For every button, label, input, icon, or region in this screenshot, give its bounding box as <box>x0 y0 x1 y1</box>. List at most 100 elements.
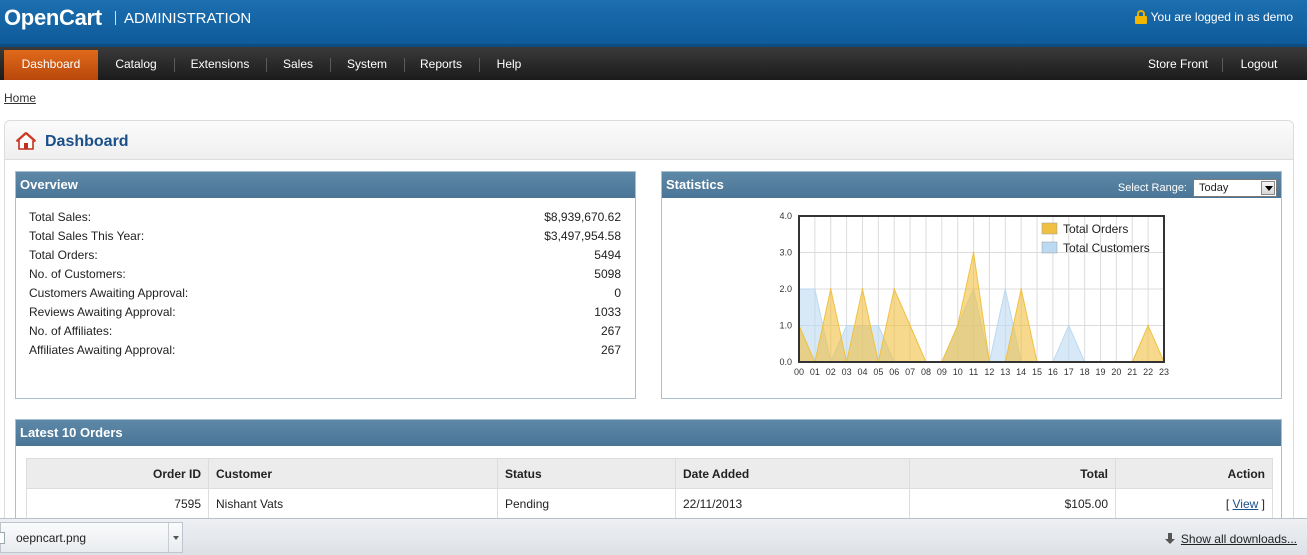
logo-divider <box>115 11 116 25</box>
login-info: You are logged in as demo <box>1134 10 1293 24</box>
overview-value: 1033 <box>594 305 621 319</box>
chart-legend-swatch <box>1041 241 1058 254</box>
orders-header-row: Order ID Customer Status Date Added Tota… <box>26 458 1273 489</box>
chart-y-tick-label: 2.0 <box>779 284 792 294</box>
chart-x-tick-label: 22 <box>1143 367 1153 377</box>
bracket-open: [ <box>1225 496 1230 511</box>
chart-x-tick-label: 23 <box>1159 367 1169 377</box>
chart-data-point <box>956 324 959 327</box>
chart-x-tick-label: 12 <box>984 367 994 377</box>
nav-system[interactable]: System <box>334 50 400 80</box>
col-customer[interactable]: Customer <box>208 458 498 489</box>
order-customer: Nishant Vats <box>208 488 498 519</box>
nav-dashboard[interactable]: Dashboard <box>4 50 98 80</box>
chart-data-point <box>1004 288 1007 290</box>
overview-label: Reviews Awaiting Approval: <box>29 305 176 319</box>
chart-data-point <box>829 288 832 290</box>
chart-data-point <box>813 288 816 290</box>
overview-label: No. of Affiliates: <box>29 324 113 338</box>
header-bar: OpenCart ADMINISTRATION You are logged i… <box>0 0 1307 44</box>
chart-data-point <box>972 251 975 254</box>
chart-y-tick-label: 1.0 <box>779 321 792 331</box>
chart-y-tick-label: 4.0 <box>779 211 792 221</box>
nav-divider <box>266 58 267 72</box>
chart-x-tick-label: 05 <box>873 367 883 377</box>
col-date-added[interactable]: Date Added <box>675 458 910 489</box>
chart-data-point <box>845 324 848 327</box>
nav-sales[interactable]: Sales <box>270 50 326 80</box>
breadcrumb-home[interactable]: Home <box>4 91 36 105</box>
order-id: 7595 <box>26 488 209 519</box>
nav-store-front[interactable]: Store Front <box>1138 50 1218 80</box>
overview-label: No. of Customers: <box>29 267 126 281</box>
overview-row: Total Sales: $8,939,670.62 <box>29 210 621 229</box>
overview-label: Affiliates Awaiting Approval: <box>29 343 176 357</box>
chart-x-tick-label: 04 <box>857 367 867 377</box>
chart-y-tick-label: 3.0 <box>779 248 792 258</box>
overview-row: Customers Awaiting Approval: 0 <box>29 286 621 305</box>
overview-row: No. of Customers: 5098 <box>29 267 621 286</box>
order-action: [ View ] <box>1115 488 1273 519</box>
statistics-chart: 0.0 1.0 2.0 3.0 4.0 00 01 02 03 04 05 06 07 08 09 10 11 1… <box>779 211 1169 377</box>
chart-data-point <box>877 324 880 327</box>
range-select[interactable]: Today <box>1193 179 1277 197</box>
nav-divider <box>330 58 331 72</box>
chart-x-tick-label: 10 <box>953 367 963 377</box>
nav-extensions[interactable]: Extensions <box>178 50 262 80</box>
col-order-id[interactable]: Order ID <box>26 458 209 489</box>
col-status[interactable]: Status <box>497 458 676 489</box>
chart-x-tick-label: 09 <box>937 367 947 377</box>
overview-label: Total Orders: <box>29 248 98 262</box>
overview-label: Total Sales: <box>29 210 92 224</box>
chart-x-tick-label: 07 <box>905 367 915 377</box>
overview-row: Reviews Awaiting Approval: 1033 <box>29 305 621 324</box>
overview-value: 267 <box>600 343 621 357</box>
nav-reports[interactable]: Reports <box>408 50 474 80</box>
chart-x-tick-label: 14 <box>1016 367 1026 377</box>
nav-catalog[interactable]: Catalog <box>102 50 170 80</box>
bracket-close: ] <box>1261 496 1265 511</box>
overview-value: $8,939,670.62 <box>544 210 621 224</box>
download-item[interactable]: oepncart.png <box>0 522 183 553</box>
nav-divider <box>404 58 405 72</box>
chart-legend-label: Total Orders <box>1063 222 1128 236</box>
chart-x-tick-label: 19 <box>1096 367 1106 377</box>
chart-x-tick-label: 20 <box>1111 367 1121 377</box>
nav-logout[interactable]: Logout <box>1228 50 1290 80</box>
file-icon <box>0 532 5 544</box>
overview-row: Affiliates Awaiting Approval: 267 <box>29 343 621 362</box>
overview-value: $3,497,954.58 <box>544 229 621 243</box>
range-select-value: Today <box>1199 182 1229 194</box>
statistics-title-text: Statistics <box>666 177 724 192</box>
chevron-down-icon[interactable] <box>168 523 183 552</box>
col-total[interactable]: Total <box>909 458 1116 489</box>
chart-data-point <box>1147 324 1150 327</box>
chart-x-tick-label: 11 <box>969 367 978 377</box>
nav-divider <box>479 58 480 72</box>
chart-x-tick-label: 16 <box>1048 367 1058 377</box>
chevron-down-icon[interactable] <box>1261 181 1275 195</box>
range-selector: Select Range: Today <box>1118 175 1277 201</box>
nav-help[interactable]: Help <box>483 50 535 80</box>
chart-x-tick-label: 08 <box>921 367 931 377</box>
range-label: Select Range: <box>1117 182 1187 194</box>
overview-value: 5494 <box>594 248 621 262</box>
download-arrow-icon <box>1164 533 1175 545</box>
dashboard-box: Dashboard Overview Total Sales: $8,939,67… <box>4 120 1294 541</box>
chart-data-point <box>909 324 911 327</box>
chart-x-tick-label: 03 <box>842 367 852 377</box>
view-order-link[interactable]: View <box>1233 497 1259 511</box>
opencart-logo[interactable]: OpenCart <box>4 5 102 31</box>
overview-row: No. of Affiliates: 267 <box>29 324 621 343</box>
order-total: $105.00 <box>909 488 1116 519</box>
overview-value: 5098 <box>594 267 621 281</box>
download-file-name[interactable]: oepncart.png <box>16 531 86 545</box>
overview-title: Overview <box>16 172 635 198</box>
chart-x-tick-label: 00 <box>794 367 804 377</box>
overview-label: Total Sales This Year: <box>29 229 145 243</box>
chart-x-tick-label: 15 <box>1032 367 1042 377</box>
show-all-downloads-link[interactable]: Show all downloads... <box>1181 532 1297 546</box>
col-action: Action <box>1115 458 1273 489</box>
orders-table: Order ID Customer Status Date Added Tota… <box>26 458 1273 519</box>
overview-value: 0 <box>614 286 621 300</box>
